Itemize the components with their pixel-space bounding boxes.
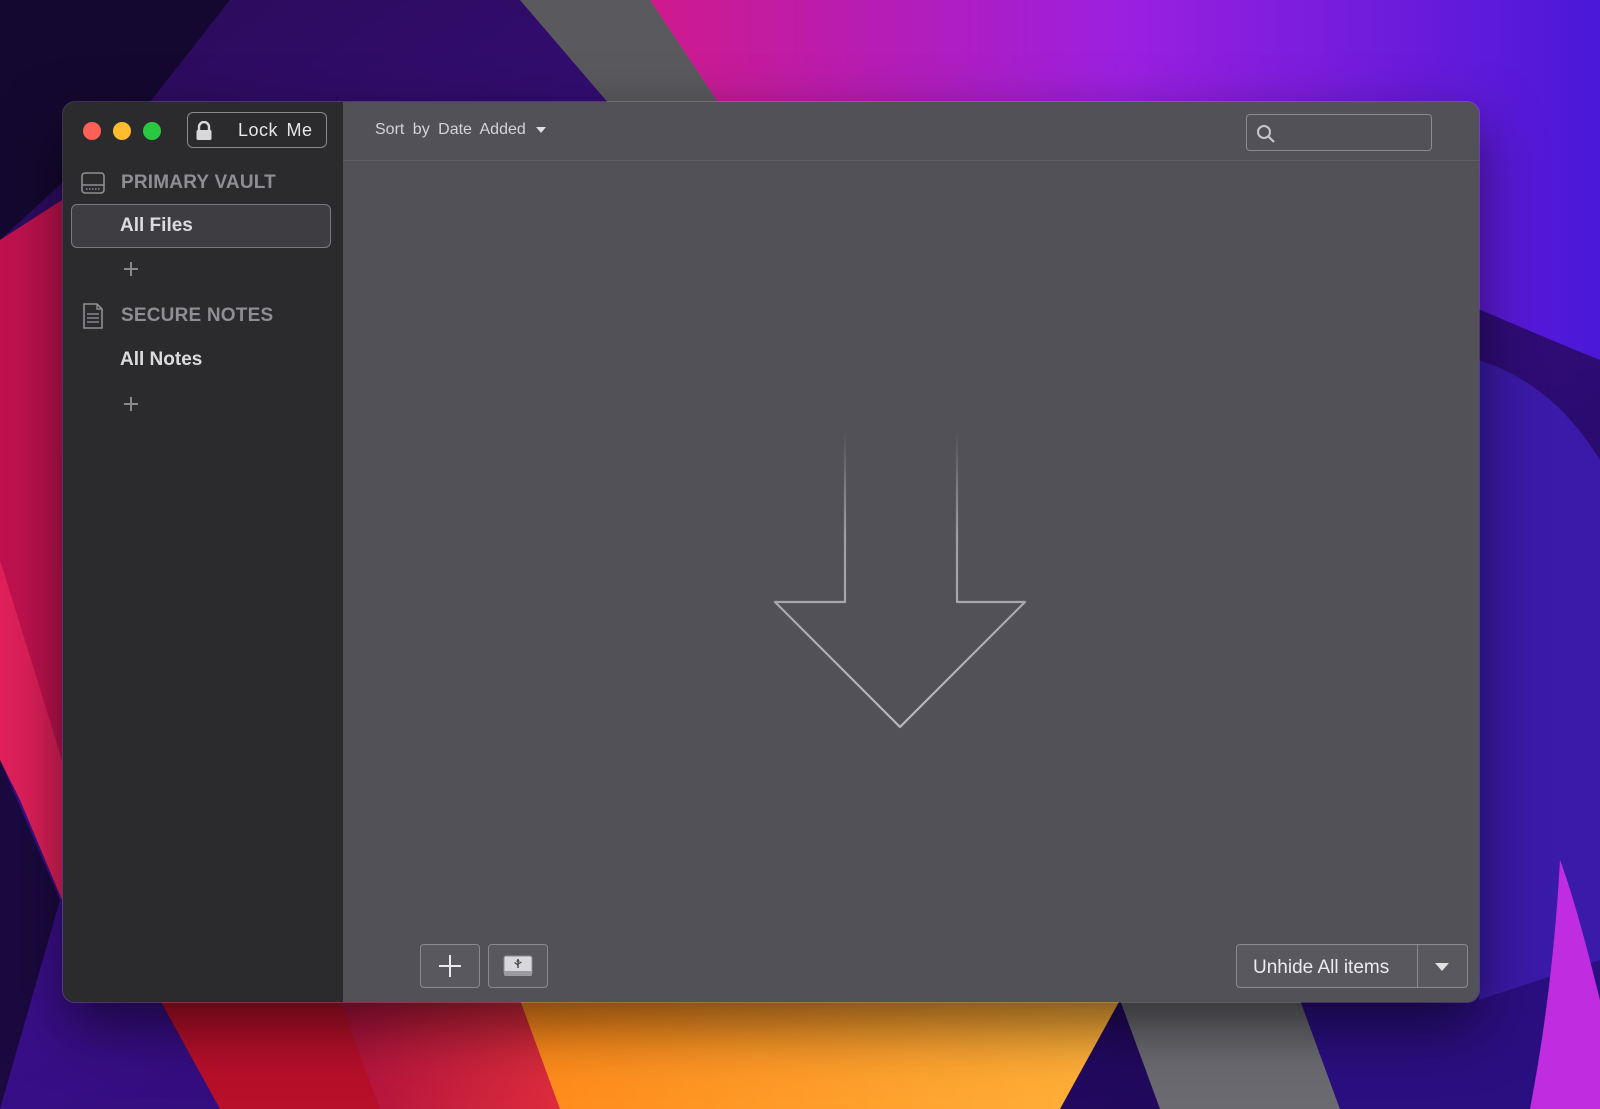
section-primary-vault: PRIMARY VAULT [79,169,276,197]
search-icon [1257,125,1275,143]
chevron-down-icon[interactable] [1435,963,1449,971]
caret-down-icon [535,127,546,133]
add-item-button[interactable] [420,944,480,988]
sidebar-item-label: All Notes [120,349,203,370]
add-folder-plus-icon[interactable] [123,261,139,277]
lock-me-button[interactable]: Lock Me [187,112,327,148]
down-arrow-outline-icon [773,432,1027,729]
sidebar: Lock Me PRIMARY VAULT All Files SECURE N… [63,102,343,1002]
section-secure-notes: SECURE NOTES [79,302,273,330]
sidebar-item-label: All Files [120,215,193,236]
add-note-plus-icon[interactable] [123,396,139,412]
maximize-window-button[interactable] [143,122,161,140]
lock-me-label: Lock Me [238,120,313,140]
unhide-all-items-label: Unhide All items [1253,957,1390,978]
usb-drive-icon [503,955,533,976]
toolbar: Sort by Date Added [343,102,1479,161]
usb-drive-button[interactable] [488,944,548,988]
section-title: SECURE NOTES [121,305,274,326]
unhide-all-items-button[interactable]: Unhide All items [1236,944,1468,988]
sidebar-item-all-files[interactable]: All Files [71,204,331,248]
plus-icon [439,955,461,977]
sort-dropdown[interactable]: Sort by Date Added [375,121,546,139]
lock-icon [196,121,212,140]
main-content: Sort by Date Added Unhide All items [343,102,1479,1002]
section-title: PRIMARY VAULT [121,172,276,193]
button-divider [1417,945,1418,987]
search-input[interactable] [1246,114,1432,151]
app-window: Lock Me PRIMARY VAULT All Files SECURE N… [63,102,1479,1002]
sort-label: Sort by Date Added [375,121,526,138]
drive-icon [81,172,105,194]
sidebar-item-all-notes[interactable]: All Notes [71,338,331,382]
close-window-button[interactable] [83,122,101,140]
note-document-icon [83,303,103,329]
minimize-window-button[interactable] [113,122,131,140]
